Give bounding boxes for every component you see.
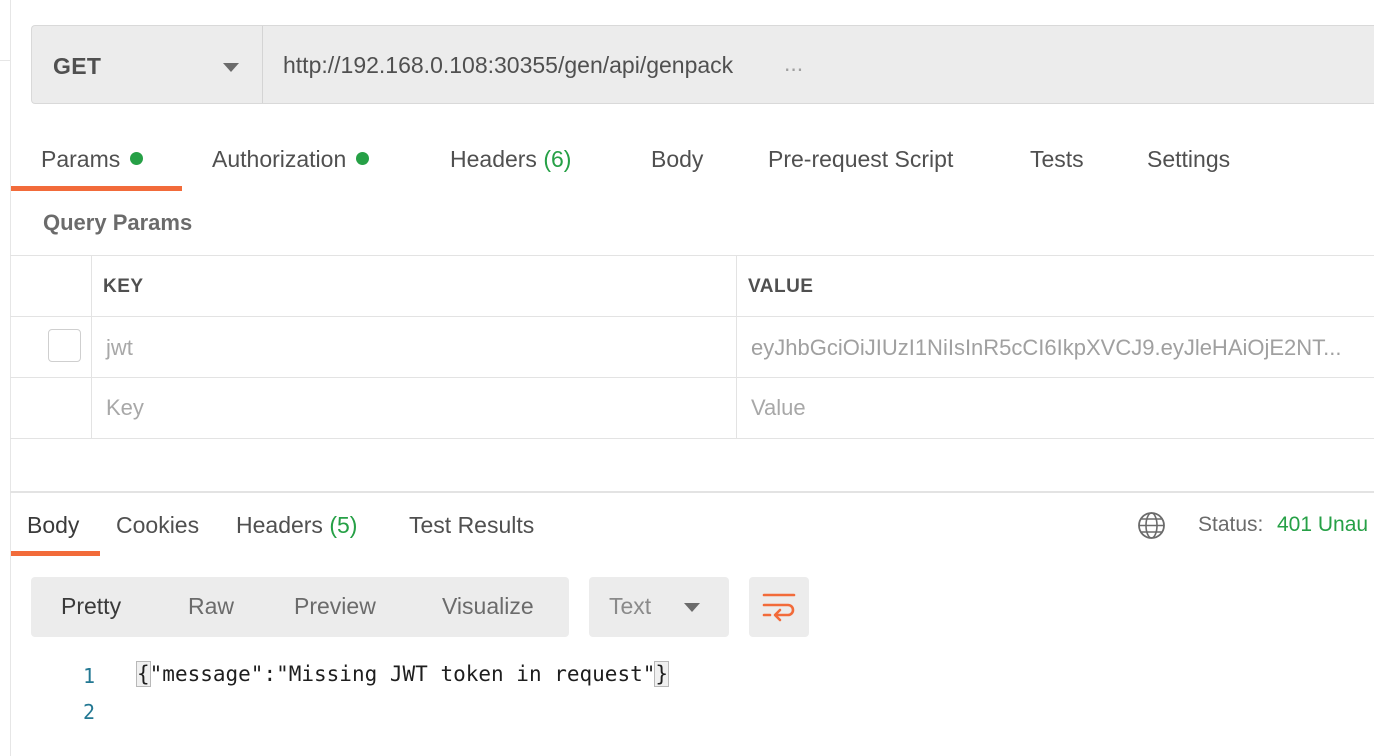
new-key-input[interactable]: Key bbox=[106, 395, 144, 421]
method-select[interactable]: GET bbox=[32, 26, 263, 103]
url-input[interactable]: http://192.168.0.108:30355/gen/api/genpa… bbox=[283, 52, 733, 79]
tab-authorization[interactable]: Authorization bbox=[212, 146, 370, 173]
tab-label: Pre-request Script bbox=[768, 146, 954, 172]
column-header-key: KEY bbox=[103, 276, 144, 297]
left-rail bbox=[10, 0, 11, 756]
response-body-text: "message":"Missing JWT token in request" bbox=[149, 662, 656, 686]
table-border bbox=[10, 255, 1374, 256]
new-value-input[interactable]: Value bbox=[751, 395, 806, 421]
chevron-down-icon bbox=[223, 63, 239, 72]
tab-label: Body bbox=[27, 512, 80, 538]
param-enabled-checkbox[interactable] bbox=[48, 329, 81, 362]
format-select-label: Text bbox=[609, 593, 652, 619]
tab-tests[interactable]: Tests bbox=[1030, 146, 1084, 173]
wrap-lines-button[interactable] bbox=[749, 577, 809, 637]
tab-label: Headers bbox=[450, 146, 537, 172]
response-tab-cookies[interactable]: Cookies bbox=[116, 512, 199, 539]
view-preview-button[interactable]: Preview bbox=[294, 593, 376, 620]
active-tab-indicator bbox=[11, 186, 182, 191]
format-select[interactable]: Text bbox=[589, 577, 729, 637]
url-bar: GET http://192.168.0.108:30355/gen/api/g… bbox=[31, 25, 1374, 104]
param-key-input[interactable]: jwt bbox=[106, 335, 133, 361]
left-rail-tick bbox=[0, 60, 10, 61]
column-header-value: VALUE bbox=[748, 276, 814, 297]
open-brace: { bbox=[136, 661, 151, 687]
table-border bbox=[91, 255, 92, 439]
tab-count: (6) bbox=[543, 146, 572, 172]
query-params-title: Query Params bbox=[43, 210, 193, 235]
status-label: Status: bbox=[1198, 513, 1264, 536]
view-pretty-button[interactable]: Pretty bbox=[61, 593, 121, 620]
table-border bbox=[10, 316, 1374, 317]
tab-label: Params bbox=[41, 146, 121, 172]
table-border bbox=[10, 377, 1374, 378]
status-dot-icon bbox=[130, 152, 144, 166]
tab-label: Authorization bbox=[212, 146, 347, 172]
tab-label: Body bbox=[651, 146, 704, 172]
line-number: 2 bbox=[83, 700, 96, 724]
globe-icon[interactable] bbox=[1137, 511, 1166, 540]
tab-label: Test Results bbox=[409, 512, 535, 538]
method-label: GET bbox=[53, 53, 102, 79]
wrap-lines-icon bbox=[762, 593, 796, 622]
tab-label: Tests bbox=[1030, 146, 1084, 172]
tab-settings[interactable]: Settings bbox=[1147, 146, 1230, 173]
tab-pre-request-script[interactable]: Pre-request Script bbox=[768, 146, 953, 173]
table-border bbox=[10, 438, 1374, 439]
url-ellipsis: ... bbox=[784, 50, 804, 76]
tab-params[interactable]: Params bbox=[41, 146, 144, 173]
view-raw-button[interactable]: Raw bbox=[188, 593, 234, 620]
tab-count: (5) bbox=[329, 512, 358, 538]
status-dot-icon bbox=[356, 152, 370, 166]
tab-body[interactable]: Body bbox=[651, 146, 703, 173]
response-body-line[interactable]: {"message":"Missing JWT token in request… bbox=[136, 661, 670, 687]
response-tab-body[interactable]: Body bbox=[27, 512, 79, 539]
line-number: 1 bbox=[83, 664, 96, 688]
close-brace: } bbox=[654, 661, 670, 687]
tab-headers[interactable]: Headers (6) bbox=[450, 146, 571, 173]
param-value-input[interactable]: eyJhbGciOiJIUzI1NiIsInR5cCI6IkpXVCJ9.eyJ… bbox=[751, 335, 1342, 361]
active-tab-indicator bbox=[11, 551, 100, 556]
view-visualize-button[interactable]: Visualize bbox=[442, 593, 534, 620]
table-border bbox=[736, 255, 737, 439]
response-tab-headers[interactable]: Headers (5) bbox=[236, 512, 357, 539]
tab-label: Cookies bbox=[116, 512, 200, 538]
status-value[interactable]: 401 Unau bbox=[1277, 513, 1368, 537]
tab-label: Settings bbox=[1147, 146, 1231, 172]
response-tab-test-results[interactable]: Test Results bbox=[409, 512, 534, 539]
view-mode-group: Pretty Raw Preview Visualize bbox=[31, 577, 569, 637]
response-divider[interactable] bbox=[10, 491, 1374, 493]
chevron-down-icon bbox=[684, 603, 700, 612]
tab-label: Headers bbox=[236, 512, 323, 538]
